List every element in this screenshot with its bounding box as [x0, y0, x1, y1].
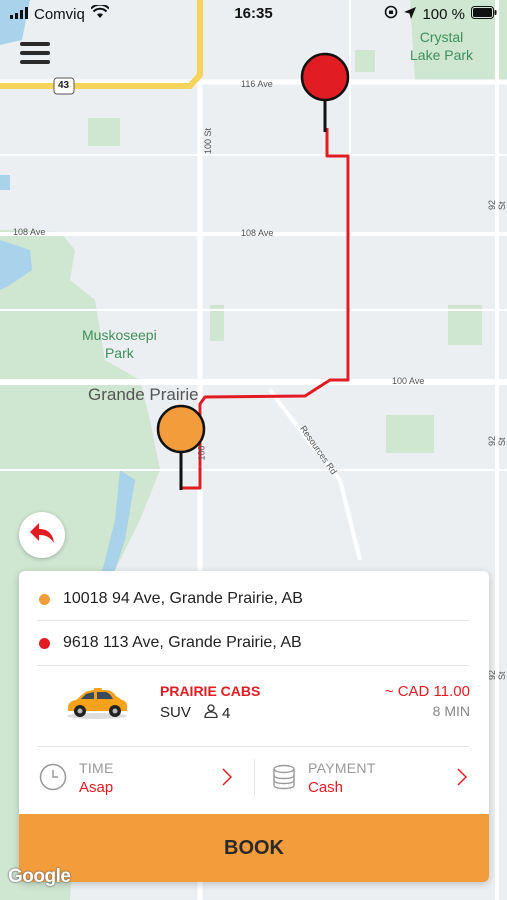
- back-arrow-icon: [28, 521, 56, 550]
- payment-value: Cash: [308, 779, 344, 796]
- google-logo: Google: [8, 866, 71, 887]
- label-116-ave: 116 Ave: [241, 79, 273, 89]
- label-92-st-top: 92 St: [487, 199, 507, 210]
- chevron-right-icon: [222, 768, 233, 791]
- label-muskoseepi-park: Muskoseepi Park: [82, 327, 157, 361]
- coins-icon: [270, 763, 298, 796]
- label-100-ave: 100 Ave: [392, 376, 425, 386]
- pickup-dot-icon: [39, 593, 50, 605]
- time-selector[interactable]: TIME Asap: [19, 751, 249, 803]
- pickup-address-row[interactable]: 10018 94 Ave, Grande Prairie, AB: [39, 577, 469, 621]
- book-button[interactable]: BOOK: [19, 814, 489, 882]
- hamburger-icon-line: [20, 42, 50, 46]
- time-value: Asap: [79, 779, 114, 796]
- eta: 8 MIN: [432, 703, 470, 719]
- payment-label: PAYMENT: [308, 760, 376, 776]
- label-108-ave: 108 Ave: [241, 228, 274, 238]
- status-bar: Comviq 16:35 100 %: [0, 0, 507, 28]
- time-label: TIME: [79, 760, 114, 776]
- back-button[interactable]: [19, 512, 65, 558]
- cab-option[interactable]: PRAIRIE CABS SUV 4 ~ CAD 11.00 8 MIN: [19, 666, 489, 746]
- chevron-right-icon: [457, 768, 468, 791]
- battery-percent: 100 %: [422, 5, 465, 23]
- hamburger-icon-line: [20, 60, 50, 64]
- fare-estimate: ~ CAD 11.00: [384, 683, 470, 700]
- status-right: 100 %: [384, 5, 497, 23]
- pickup-address: 10018 94 Ave, Grande Prairie, AB: [63, 590, 303, 607]
- label-108-ave-left: 108 Ave: [13, 227, 46, 237]
- label-crystal-lake-park: Crystal Lake Park: [410, 29, 474, 63]
- vehicle-type: SUV: [160, 704, 191, 721]
- seat-count: 4: [204, 704, 230, 722]
- label-grande-prairie: Grande Prairie: [88, 385, 199, 404]
- clock-icon: [39, 763, 67, 796]
- location-arrow-icon: [404, 6, 417, 23]
- label-100-st: 100 St: [203, 127, 214, 155]
- label-92-st-bottom: 92 St: [487, 669, 507, 680]
- payment-selector[interactable]: PAYMENT Cash: [254, 751, 484, 803]
- divider: [37, 746, 469, 747]
- hamburger-icon-line: [20, 51, 50, 55]
- label-highway-43: 43: [58, 80, 70, 91]
- orientation-lock-icon: [384, 5, 398, 23]
- battery-icon: [471, 5, 497, 23]
- car-icon: [64, 686, 130, 725]
- dropoff-address-row[interactable]: 9618 113 Ave, Grande Prairie, AB: [39, 621, 469, 665]
- cab-company-name: PRAIRIE CABS: [160, 683, 261, 699]
- label-100-lower: 100: [196, 445, 207, 461]
- booking-card: 10018 94 Ave, Grande Prairie, AB 9618 11…: [19, 571, 489, 882]
- dropoff-dot-icon: [39, 637, 50, 649]
- menu-button[interactable]: [20, 42, 52, 68]
- dropoff-address: 9618 113 Ave, Grande Prairie, AB: [63, 634, 302, 651]
- seat-count-value: 4: [222, 704, 231, 722]
- person-icon: [204, 704, 218, 722]
- label-92-st-mid: 92 St: [487, 435, 507, 446]
